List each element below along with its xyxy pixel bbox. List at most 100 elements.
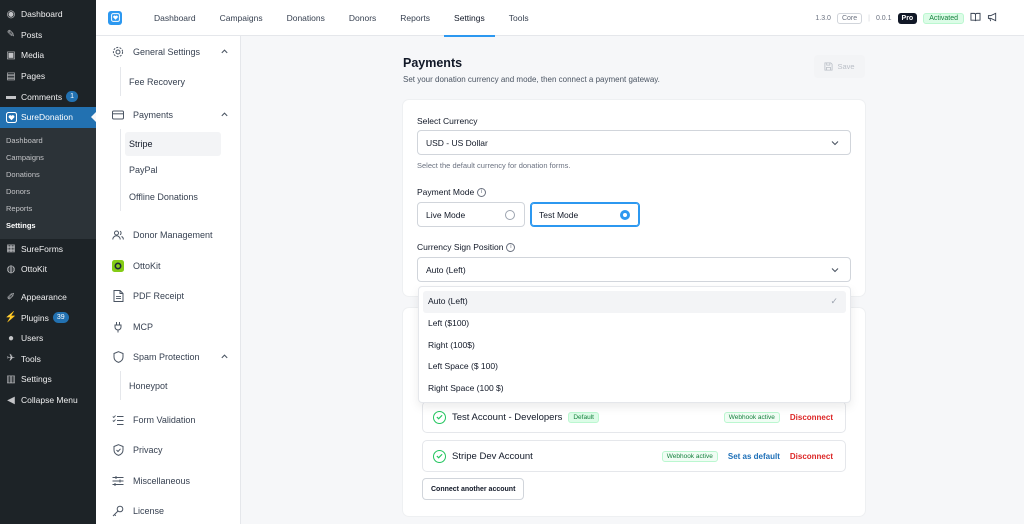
nav-mcp[interactable]: MCP <box>96 315 241 339</box>
wp-menu-users[interactable]: ● Users <box>0 328 96 349</box>
wp-menu-label: Users <box>21 333 44 344</box>
nav-privacy[interactable]: Privacy <box>96 438 241 462</box>
wp-submenu-reports[interactable]: Reports <box>0 200 96 217</box>
chevron-up-icon[interactable] <box>220 352 229 361</box>
document-icon <box>112 290 124 302</box>
nav-ottokit[interactable]: OttoKit <box>96 254 241 278</box>
wp-menu-label: Comments <box>21 91 63 102</box>
wp-menu-label: Dashboard <box>21 9 63 20</box>
wp-menu-dashboard[interactable]: ◉ Dashboard <box>0 4 96 25</box>
option-label: Left Space ($ 100) <box>428 361 498 372</box>
tab-campaigns[interactable]: Campaigns <box>208 0 275 36</box>
sliders-icon: ▥ <box>6 373 16 385</box>
ottokit-icon: ◍ <box>6 263 16 275</box>
tab-dashboard[interactable]: Dashboard <box>142 0 208 36</box>
info-icon[interactable]: i <box>506 242 516 252</box>
book-icon[interactable] <box>970 12 981 25</box>
settings-sidebar: General Settings Fee Recovery Payments S… <box>96 36 241 524</box>
wp-submenu-donors[interactable]: Donors <box>0 183 96 200</box>
wp-menu-label: Media <box>21 50 45 61</box>
wp-menu-settings[interactable]: ▥ Settings <box>0 369 96 390</box>
dropdown-option[interactable]: Right Space (100 $) <box>423 378 846 400</box>
nav-stripe[interactable]: Stripe <box>125 131 221 156</box>
nav-license[interactable]: License <box>96 499 241 523</box>
tab-reports[interactable]: Reports <box>388 0 442 36</box>
version-info: 1.3.0 Core | 0.0.1 Pro Activated <box>815 0 998 36</box>
tab-donations[interactable]: Donations <box>275 0 337 36</box>
wp-menu-tools[interactable]: ✈ Tools <box>0 349 96 370</box>
suredonation-logo-icon[interactable] <box>108 10 122 25</box>
tab-tools[interactable]: Tools <box>497 0 541 36</box>
check-icon: ✓ <box>830 296 838 306</box>
test-mode-option[interactable]: Test Mode <box>530 202 640 227</box>
nav-form-validation[interactable]: Form Validation <box>96 408 241 432</box>
wp-menu-media[interactable]: ▣ Media <box>0 45 96 66</box>
core-badge: Core <box>836 12 863 24</box>
general-submenu: Fee Recovery <box>120 67 230 96</box>
info-icon[interactable]: i <box>477 187 487 197</box>
wp-menu-comments[interactable]: ▬ Comments 1 <box>0 86 96 107</box>
brush-icon: ✐ <box>6 291 16 303</box>
wp-submenu-campaigns[interactable]: Campaigns <box>0 149 96 166</box>
nav-pdf-receipt[interactable]: PDF Receipt <box>96 284 241 308</box>
currency-label-text: Select Currency <box>417 116 478 126</box>
disconnect-button[interactable]: Disconnect <box>790 413 833 422</box>
chevron-up-icon[interactable] <box>220 47 229 56</box>
wp-menu-pages[interactable]: ▤ Pages <box>0 66 96 87</box>
nav-general-settings[interactable]: General Settings <box>96 40 241 64</box>
connect-account-button[interactable]: Connect another account <box>422 478 525 500</box>
wp-menu-appearance[interactable]: ✐ Appearance <box>0 287 96 308</box>
nav-payments[interactable]: Payments <box>96 103 241 127</box>
tab-settings[interactable]: Settings <box>442 0 497 37</box>
wrench-icon: ✈ <box>6 353 16 365</box>
megaphone-icon[interactable] <box>987 12 998 25</box>
live-mode-option[interactable]: Live Mode <box>417 202 525 227</box>
wp-menu-sureforms[interactable]: ▦ SureForms <box>0 239 96 260</box>
list-check-icon <box>112 414 124 426</box>
dropdown-option[interactable]: Left Space ($ 100) <box>423 356 846 378</box>
option-label: Left ($100) <box>428 317 470 328</box>
test-mode-label: Test Mode <box>539 209 579 220</box>
nav-donor-management[interactable]: Donor Management <box>96 223 241 247</box>
set-default-button[interactable]: Set as default <box>728 452 780 461</box>
wp-submenu-settings[interactable]: Settings <box>0 217 96 234</box>
payment-mode-label-text: Payment Mode <box>417 187 475 197</box>
wp-menu-suredonation[interactable]: SureDonation <box>0 106 96 128</box>
currency-label: Select Currency <box>417 116 477 126</box>
nav-label: Miscellaneous <box>133 476 191 486</box>
nav-miscellaneous[interactable]: Miscellaneous <box>96 469 241 493</box>
webhook-status-badge: Webhook active <box>723 411 780 423</box>
nav-spam-protection[interactable]: Spam Protection <box>96 345 241 369</box>
live-mode-radio[interactable] <box>505 210 515 220</box>
nav-fee-recovery[interactable]: Fee Recovery <box>125 70 221 94</box>
nav-honeypot[interactable]: Honeypot <box>125 374 221 398</box>
dashboard-icon: ◉ <box>6 8 16 20</box>
dropdown-option[interactable]: Right (100$) <box>423 335 846 357</box>
currency-select[interactable]: USD - US Dollar <box>417 130 851 155</box>
wp-menu-ottokit[interactable]: ◍ OttoKit <box>0 259 96 280</box>
check-circle-icon <box>433 449 446 463</box>
wp-menu-label: Tools <box>21 353 41 364</box>
currency-sign-select[interactable]: Auto (Left) <box>417 257 851 282</box>
wp-submenu-donations[interactable]: Donations <box>0 166 96 183</box>
option-label: Right (100$) <box>428 339 475 350</box>
wp-submenu-dashboard[interactable]: Dashboard <box>0 132 96 149</box>
nav-label: PDF Receipt <box>133 291 185 301</box>
nav-paypal[interactable]: PayPal <box>125 158 221 182</box>
wp-menu-plugins[interactable]: ⚡ Plugins 39 <box>0 307 96 328</box>
dropdown-option[interactable]: Left ($100) <box>423 313 846 335</box>
nav-label: Donor Management <box>133 230 213 240</box>
nav-offline-donations[interactable]: Offline Donations <box>125 185 221 209</box>
disconnect-button[interactable]: Disconnect <box>790 452 833 461</box>
wp-menu-posts[interactable]: ✎ Posts <box>0 25 96 46</box>
save-label: Save <box>837 62 855 71</box>
dropdown-option[interactable]: Auto (Left) ✓ <box>423 291 846 313</box>
page-subtitle: Set your donation currency and mode, the… <box>403 75 660 84</box>
save-button[interactable]: Save <box>814 55 865 78</box>
wp-menu-collapse[interactable]: ◀ Collapse Menu <box>0 390 96 411</box>
test-mode-radio[interactable] <box>620 210 630 220</box>
chevron-up-icon[interactable] <box>220 110 229 119</box>
save-icon <box>824 62 833 71</box>
shield-check-icon <box>112 444 124 456</box>
tab-donors[interactable]: Donors <box>337 0 388 36</box>
